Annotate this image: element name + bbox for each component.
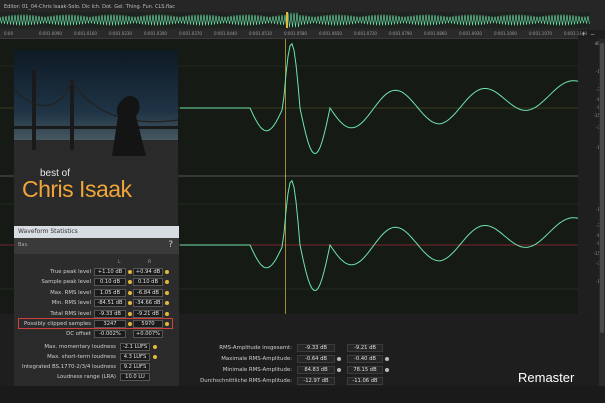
stat-value-l: -84.51 dB (94, 299, 126, 308)
stat-value-l: 1.05 dB (94, 288, 126, 297)
scrollbar-thumb[interactable] (600, 43, 604, 333)
stats-panel-title: Waveform Statistics (18, 228, 78, 235)
rms-value-r: 78.15 dB (347, 366, 383, 374)
ruler-tick-label: 0:001.0510 (249, 31, 272, 36)
marker-icon[interactable] (385, 357, 389, 361)
ruler-tick-label: 0:001.0090 (39, 31, 62, 36)
marker-icon[interactable] (127, 311, 132, 316)
stat-label: DC offset (66, 331, 91, 338)
ruler-tick-label: 0:001.0580 (284, 31, 307, 36)
column-header-l: L (118, 260, 121, 265)
marker-icon[interactable] (153, 345, 157, 349)
ruler-tick-label: 0:001.0370 (179, 31, 202, 36)
stat-value-l: +1.10 dB (94, 268, 126, 276)
marker-icon[interactable] (127, 290, 132, 295)
rms-value-l: 84.83 dB (297, 366, 335, 374)
rms-value-l: -9.33 dB (297, 344, 335, 352)
ruler-tick-label: 0:001.0230 (109, 31, 132, 36)
marker-icon[interactable] (127, 301, 132, 306)
ruler-tick-label: 0:00 (4, 31, 13, 36)
stat-value-r: -34.66 dB (133, 299, 163, 308)
marker-icon[interactable] (385, 368, 389, 372)
loudness-value: 9.2 LUFS (120, 363, 150, 371)
stat-value-l: -9.33 dB (94, 309, 126, 318)
loudness-label: Loudness range (LRA) (57, 374, 116, 380)
stat-value-r: -6.84 dB (133, 288, 163, 297)
marker-icon[interactable] (337, 357, 341, 361)
album-artist: Chris Isaak (22, 176, 132, 202)
vertical-scrollbar[interactable] (599, 39, 605, 403)
ruler-tick-label: 0:001.0650 (319, 31, 342, 36)
status-bar (0, 386, 605, 403)
loudness-label: Max. short-term loudness (47, 354, 116, 360)
rms-value-l: -0.64 dB (297, 355, 335, 363)
rms-value-r: -11.06 dB (347, 377, 383, 385)
marker-icon[interactable] (165, 311, 169, 316)
ruler-tick-label: 0:001.0300 (144, 31, 167, 36)
stat-label: Total RMS level (50, 310, 91, 317)
marker-icon[interactable] (165, 290, 169, 295)
marker-icon[interactable] (127, 270, 132, 274)
ruler-tick-label: 0:001.0440 (214, 31, 237, 36)
editor-titlebar: Editor: 01_04-Chris Isaak-Solo. Dic Ich.… (0, 0, 605, 30)
help-icon[interactable]: ? (168, 240, 173, 250)
stat-value-l: 0.10 dB (94, 278, 126, 287)
rms-label: Durchschnittliche RMS-Amplitude: (200, 378, 292, 384)
rms-amplitude-panel: RMS-Amplitude insgesamt: -9.33 dB -9.21 dB… (180, 336, 410, 386)
remaster-caption: Remaster (518, 370, 575, 385)
stats-toolbar: Bas. ? (14, 238, 179, 254)
ruler-tick-label: 0:001.0160 (74, 31, 97, 36)
rms-label: Minimale RMS-Amplitude: (222, 367, 292, 373)
stat-value-r: -9.21 dB (133, 309, 163, 318)
zoom-out-icon[interactable]: − (589, 31, 596, 38)
zoom-in-icon[interactable]: + (580, 31, 587, 38)
rms-value-l: -12.97 dB (297, 377, 335, 385)
stat-label: Min. RMS level (51, 300, 91, 307)
stat-label: Sample peak level (41, 279, 91, 286)
ruler-tick-label: 0:001.0930 (459, 31, 482, 36)
stat-label: Max. RMS level (50, 289, 91, 296)
loudness-label: Max. momentary loudness (44, 344, 116, 350)
rms-value-r: -9.21 dB (347, 344, 383, 352)
ruler-tick-label: 0:001.0720 (354, 31, 377, 36)
overview-playhead[interactable] (286, 12, 288, 28)
rms-value-r: -0.40 dB (347, 355, 383, 363)
ruler-tick-label: 0:001.0860 (424, 31, 447, 36)
timeline-ruler[interactable]: 0:00 0:001.0090 0:001.0160 0:001.0230 0:001.… (0, 30, 587, 39)
stat-label: True peak level (50, 269, 91, 275)
loudness-value: -2.1 LUFS (120, 343, 150, 351)
editor-title: Editor: 01_04-Chris Isaak-Solo. Dic Ich.… (4, 4, 175, 10)
marker-icon[interactable] (337, 368, 341, 372)
marker-icon[interactable] (153, 355, 157, 359)
overview-waveform[interactable] (0, 12, 590, 28)
ruler-tick-label: 0:001.0790 (389, 31, 412, 36)
stat-value-r: +0.007% (133, 330, 163, 339)
stats-tab-label[interactable]: Bas. (18, 242, 29, 248)
marker-icon[interactable] (165, 270, 169, 274)
clipped-samples-highlight (18, 318, 173, 329)
rms-label: Maximale RMS-Amplitude: (221, 356, 292, 362)
loudness-label: Integrated BS.1770-2/3/4 loudness (22, 364, 116, 370)
ruler-tick-label: 0:001.1000 (494, 31, 517, 36)
rms-label: RMS-Amplitude insgesamt: (219, 345, 292, 351)
loudness-value: 10.0 LU (120, 373, 150, 381)
stats-panel-header[interactable]: Waveform Statistics (14, 226, 179, 238)
stat-value-r: 0.10 dB (133, 278, 163, 287)
column-header-r: R (148, 260, 152, 265)
ruler-tick-label: 0:001.1070 (529, 31, 552, 36)
stat-value-l: -0.002% (94, 330, 126, 339)
marker-icon[interactable] (127, 280, 132, 285)
loudness-value: 4.3 LUFS (120, 353, 150, 361)
album-cover: best of Chris Isaak (14, 50, 178, 228)
stat-value-r: +0.94 dB (133, 268, 163, 276)
